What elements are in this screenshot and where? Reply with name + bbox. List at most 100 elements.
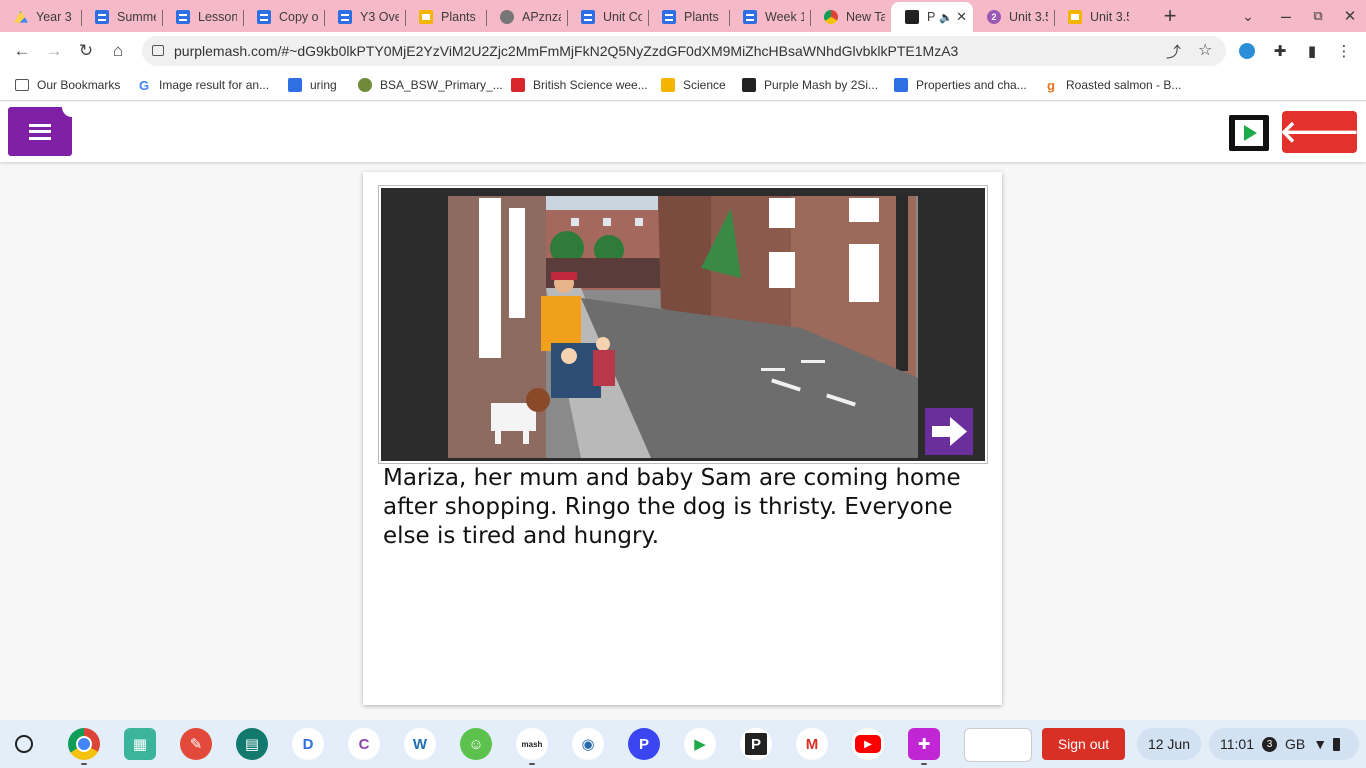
purple-mash-app-icon[interactable]: mash — [516, 728, 548, 760]
forward-arrow-icon[interactable]: → — [41, 38, 67, 64]
status-tray[interactable]: 11:01 3 GB ▼ — [1209, 728, 1359, 760]
play-video-button[interactable] — [1229, 115, 1269, 151]
system-shelf: ▦ ✎ ▤ D C W ☺ mash ◉ P ▶ P M ▶ ✚ Sign ou… — [0, 720, 1366, 768]
classroom-app-icon[interactable]: ▤ — [236, 728, 268, 760]
speaker-icon[interactable]: 🔈 — [939, 11, 953, 24]
url-text[interactable]: purplemash.com/#~dG9kb0lkPTY0MjE2YzViM2U… — [174, 43, 958, 59]
tab[interactable]: Plants I — [648, 2, 729, 32]
bookmark-item[interactable]: g Roasted salmon - B... — [1044, 76, 1181, 94]
bookmark-folder[interactable]: Our Bookmarks — [15, 76, 120, 94]
game-app-icon[interactable]: ☺ — [460, 728, 492, 760]
new-tab-button[interactable]: + — [1158, 0, 1182, 32]
number-badge-icon: 2 — [987, 10, 1001, 24]
tab[interactable]: Y3 Over — [324, 2, 405, 32]
browser-toolbar: ← → ↻ ⌂ purplemash.com/#~dG9kb0lkPTY0MjE… — [0, 32, 1366, 70]
side-panel-icon[interactable]: ▮ — [1302, 41, 1322, 61]
docs-icon — [581, 10, 595, 24]
story-text: Mariza, her mum and baby Sam are coming … — [383, 465, 961, 549]
bookmark-item[interactable]: Properties and cha... — [894, 76, 1027, 94]
screencast-app-icon[interactable]: ▦ — [124, 728, 156, 760]
purple-mash-icon — [742, 78, 756, 92]
extension-globe-icon[interactable] — [1237, 41, 1257, 61]
restore-icon[interactable]: ⧉ — [1306, 0, 1330, 32]
bookmark-item[interactable]: Purple Mash by 2Si... — [742, 76, 878, 94]
tab[interactable]: Plants - — [405, 2, 486, 32]
pearson-app-icon[interactable]: P — [740, 728, 772, 760]
share-icon[interactable]: ⤴ — [1166, 41, 1181, 62]
more-menu-icon[interactable]: ⋮ — [1334, 41, 1354, 61]
p-app-icon[interactable]: P — [628, 728, 660, 760]
play-store-icon[interactable]: ▶ — [684, 728, 716, 760]
bookmark-item[interactable]: uring — [288, 76, 337, 94]
chat-app-icon[interactable]: C — [348, 728, 380, 760]
tab-active[interactable]: P 🔈 ✕ — [891, 2, 973, 32]
street-scene-image — [381, 188, 985, 461]
site-info-icon[interactable] — [152, 45, 164, 56]
sign-out-button[interactable]: Sign out — [1042, 728, 1125, 760]
hamburger-icon — [29, 123, 51, 140]
tab[interactable]: Lesson — [162, 2, 243, 32]
tab[interactable]: Unit Co — [567, 2, 648, 32]
bookmark-star-icon[interactable]: ☆ — [1198, 40, 1212, 60]
youtube-app-icon[interactable]: ▶ — [852, 728, 884, 760]
window-thumbnail[interactable] — [964, 728, 1032, 762]
back-arrow-icon[interactable]: ← — [9, 38, 35, 64]
tab[interactable]: Week 1 — [729, 2, 810, 32]
bsa-logo-icon — [358, 78, 372, 92]
tab-strip: Year 3 - Summe Lesson Copy of Y3 Over Pl… — [0, 0, 1366, 32]
bookmark-item[interactable]: G Image result for an... — [137, 76, 269, 94]
chrome-app-icon[interactable] — [68, 728, 100, 760]
launcher-icon[interactable] — [12, 732, 36, 756]
docs-app-icon[interactable]: D — [292, 728, 324, 760]
bookmark-item[interactable]: Science — [661, 76, 726, 94]
next-page-button[interactable] — [925, 408, 973, 455]
minimize-icon[interactable]: – — [1274, 0, 1298, 32]
app-header: 🡐 — [0, 102, 1366, 162]
drive-icon — [14, 10, 28, 23]
bookmark-item[interactable]: British Science wee... — [511, 76, 648, 94]
tab[interactable]: Copy of — [243, 2, 324, 32]
menu-button[interactable] — [8, 107, 72, 156]
home-icon[interactable]: ⌂ — [105, 38, 131, 64]
docs-icon — [338, 10, 352, 24]
reload-icon[interactable]: ↻ — [73, 38, 99, 64]
story-illustration — [381, 188, 985, 461]
tab[interactable]: New Ta — [810, 2, 891, 32]
tab[interactable]: Year 3 - — [0, 2, 81, 32]
tab[interactable]: Unit 3.5 — [1054, 2, 1135, 32]
address-bar[interactable]: purplemash.com/#~dG9kb0lkPTY0MjE2YzViM2U… — [142, 36, 1226, 66]
docs-icon — [257, 10, 271, 24]
wordpress-app-icon[interactable]: ◉ — [572, 728, 604, 760]
slides-icon — [661, 78, 675, 92]
writer-app-icon[interactable]: W — [404, 728, 436, 760]
story-image-frame — [378, 185, 988, 464]
notification-count: 3 — [1262, 736, 1277, 752]
gmail-app-icon[interactable]: M — [796, 728, 828, 760]
paint-app-icon[interactable]: ✎ — [180, 728, 212, 760]
back-arrow-icon: 🡐 — [1279, 116, 1360, 149]
back-button[interactable]: 🡐 — [1279, 111, 1360, 153]
slides-icon — [1068, 10, 1082, 24]
date-pill[interactable]: 12 Jun — [1137, 728, 1201, 760]
close-tab-icon[interactable]: ✕ — [956, 9, 967, 25]
tab-search-icon[interactable]: ⌄ — [1236, 0, 1260, 32]
canvas-app-icon[interactable]: ✚ — [908, 728, 940, 760]
extensions-puzzle-icon[interactable]: ✚ — [1270, 41, 1290, 61]
docs-icon — [288, 78, 302, 92]
clock: 11:01 — [1220, 736, 1254, 752]
tab[interactable]: 2 Unit 3.5 — [973, 2, 1054, 32]
bookmark-item[interactable]: BSA_BSW_Primary_... — [358, 76, 503, 94]
tab[interactable]: Summe — [81, 2, 162, 32]
story-page: Mariza, her mum and baby Sam are coming … — [363, 172, 1002, 705]
battery-icon — [1333, 737, 1341, 751]
slides-icon — [419, 10, 433, 24]
chrome-icon — [824, 10, 838, 24]
globe-icon — [500, 10, 514, 24]
good-food-icon: g — [1044, 78, 1058, 93]
docs-icon — [176, 10, 190, 24]
play-icon — [1244, 125, 1257, 141]
close-window-icon[interactable]: ✕ — [1338, 0, 1362, 32]
british-science-week-icon — [511, 78, 525, 92]
region-label: GB — [1285, 736, 1306, 752]
tab[interactable]: APznza — [486, 2, 567, 32]
